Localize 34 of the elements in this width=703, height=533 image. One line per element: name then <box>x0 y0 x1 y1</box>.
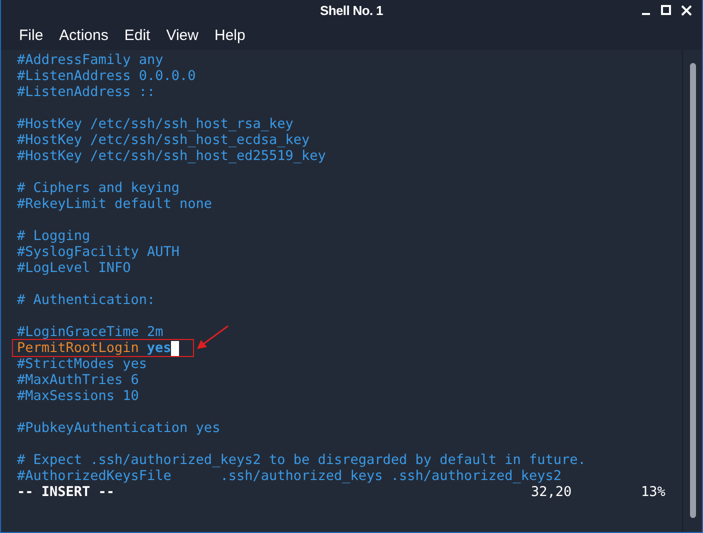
comment-line: #LoginGraceTime 2m <box>17 324 164 340</box>
arrow-annotation <box>196 325 230 351</box>
menu-item[interactable]: File <box>12 22 50 50</box>
menu-item[interactable]: View <box>159 22 206 50</box>
menu-item[interactable]: Edit <box>117 22 158 50</box>
comment-line: # Expect .ssh/authorized_keys2 to be disregarded by default in future. <box>17 452 586 468</box>
maximize-icon[interactable] <box>661 5 671 15</box>
comment-line: #RekeyLimit default none <box>17 196 212 212</box>
comment-line: # Authentication: <box>17 292 156 308</box>
menu-item[interactable]: Help <box>207 22 252 50</box>
comment-line: #LogLevel INFO <box>17 260 131 276</box>
menu-item[interactable]: Actions <box>52 22 116 50</box>
comment-line: #HostKey /etc/ssh/ssh_host_ecdsa_key <box>17 132 310 148</box>
comment-line: #ListenAddress 0.0.0.0 <box>17 68 196 84</box>
directive-key: PermitRootLogin <box>17 340 139 356</box>
comment-line: # Logging <box>17 228 90 244</box>
comment-line: # Ciphers and keying <box>17 180 180 196</box>
comment-line: #StrictModes yes <box>17 356 148 372</box>
comment-line: #PubkeyAuthentication yes <box>17 420 220 436</box>
comment-line: #AddressFamily any <box>17 52 164 68</box>
directive-value: yes <box>146 340 172 356</box>
comment-line: #HostKey /etc/ssh/ssh_host_rsa_key <box>17 116 294 132</box>
comment-line: #MaxSessions 10 <box>17 388 139 404</box>
comment-line: #AuthorizedKeysFile .ssh/authorized_keys .ssh/authorized_keys2 <box>17 468 562 484</box>
comment-line: #MaxAuthTries 6 <box>17 372 139 388</box>
cursor-position: 32,20 <box>531 484 573 500</box>
window-title: Shell No. 1 <box>320 2 383 20</box>
comment-line: #SyslogFacility AUTH <box>17 244 180 260</box>
comment-line: #HostKey /etc/ssh/ssh_host_ed25519_key <box>17 148 326 164</box>
scrollbar-thumb[interactable] <box>690 63 696 518</box>
comment-line: #ListenAddress :: <box>17 84 156 100</box>
mode-indicator: -- INSERT -- <box>17 484 116 500</box>
scroll-percent: 13% <box>641 484 666 500</box>
close-icon[interactable] <box>681 4 692 16</box>
